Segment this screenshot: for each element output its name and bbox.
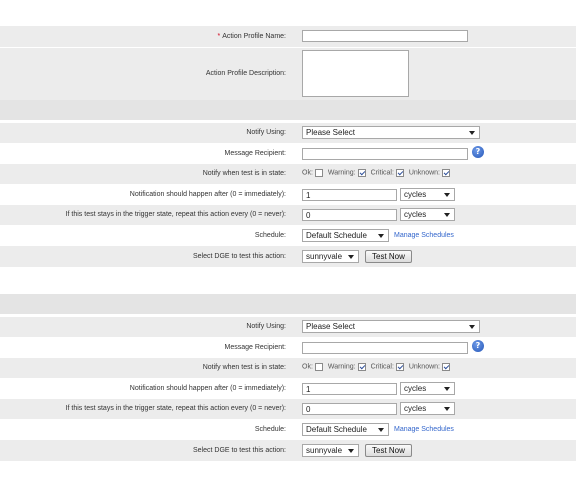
state-warning-checkbox[interactable] [357, 169, 366, 177]
dge-label: Select DGE to test this action: [193, 447, 286, 454]
chevron-down-icon [469, 325, 475, 329]
notify-after-input[interactable]: 1 [302, 189, 397, 201]
state-ok-label: Ok: [302, 363, 313, 371]
dge-select[interactable]: sunnyvale [302, 250, 359, 263]
help-icon[interactable]: ? [472, 146, 484, 158]
state-critical-label: Critical: [370, 169, 394, 177]
schedule-select[interactable]: Default Schedule [302, 229, 389, 242]
repeat-input[interactable]: 0 [302, 403, 397, 415]
notify-after-input[interactable]: 1 [302, 383, 397, 395]
notify-after-label: Notification should happen after (0 = im… [129, 385, 286, 392]
notify-state-row: Notify when test is in state: Ok: Warnin… [0, 358, 576, 378]
notify-using-row: Notify Using: Please Select [0, 317, 576, 337]
notify-after-label: Notification should happen after (0 = im… [129, 191, 286, 198]
dge-select[interactable]: sunnyvale [302, 444, 359, 457]
chevron-down-icon [444, 387, 450, 391]
profile-name-input[interactable] [302, 30, 468, 42]
test-now-button[interactable]: Test Now [365, 250, 412, 263]
state-warning-label: Warning: [327, 169, 356, 177]
state-unknown-checkbox[interactable] [442, 169, 450, 177]
manage-schedules-link[interactable]: Manage Schedules [394, 232, 454, 239]
message-recipient-label: Message Recipient: [224, 344, 286, 351]
message-recipient-row: Message Recipient: ? [0, 337, 576, 358]
state-critical-label: Critical: [370, 363, 394, 371]
top-spacer [0, 0, 576, 26]
schedule-row: Schedule: Default Schedule Manage Schedu… [0, 225, 576, 246]
notify-after-unit-select[interactable]: cycles [400, 188, 455, 201]
profile-description-textarea[interactable] [302, 50, 409, 97]
notify-using-select[interactable]: Please Select [302, 126, 480, 139]
state-checkboxes: Ok: Warning: Critical: Unknown: [302, 363, 453, 371]
state-warning-label: Warning: [327, 363, 356, 371]
state-ok-checkbox[interactable] [314, 169, 323, 177]
state-critical-checkbox[interactable] [395, 169, 404, 177]
profile-description-label: Action Profile Description: [205, 70, 286, 77]
repeat-input[interactable]: 0 [302, 209, 397, 221]
state-critical-checkbox[interactable] [395, 363, 404, 371]
chevron-down-icon [444, 407, 450, 411]
repeat-label: If this test stays in the trigger state,… [65, 211, 286, 218]
chevron-down-icon [469, 131, 475, 135]
notify-state-row: Notify when test is in state: Ok: Warnin… [0, 164, 576, 184]
state-unknown-label: Unknown: [408, 169, 440, 177]
message-recipient-row: Message Recipient: ? [0, 143, 576, 164]
dge-row: Select DGE to test this action: sunnyval… [0, 440, 576, 461]
profile-name-label: * Action Profile Name: [217, 33, 286, 40]
state-unknown-checkbox[interactable] [442, 363, 450, 371]
state-unknown-label: Unknown: [408, 363, 440, 371]
bottom-spacer [0, 461, 576, 478]
state-ok-label: Ok: [302, 169, 313, 177]
message-recipient-input[interactable] [302, 342, 468, 354]
repeat-label: If this test stays in the trigger state,… [65, 405, 286, 412]
chevron-down-icon [378, 234, 384, 238]
dge-label: Select DGE to test this action: [193, 253, 286, 260]
message-recipient-input[interactable] [302, 148, 468, 160]
schedule-row: Schedule: Default Schedule Manage Schedu… [0, 419, 576, 440]
schedule-select[interactable]: Default Schedule [302, 423, 389, 436]
notify-using-select[interactable]: Please Select [302, 320, 480, 333]
repeat-unit-select[interactable]: cycles [400, 402, 455, 415]
repeat-row: If this test stays in the trigger state,… [0, 205, 576, 225]
section-separator [0, 100, 576, 120]
notify-after-row: Notification should happen after (0 = im… [0, 184, 576, 205]
test-now-button[interactable]: Test Now [365, 444, 412, 457]
notify-after-row: Notification should happen after (0 = im… [0, 378, 576, 399]
chevron-down-icon [444, 193, 450, 197]
profile-name-row: * Action Profile Name: [0, 26, 576, 47]
notify-using-row: Notify Using: Please Select [0, 123, 576, 143]
message-recipient-label: Message Recipient: [224, 150, 286, 157]
chevron-down-icon [444, 213, 450, 217]
notify-using-label: Notify Using: [246, 323, 286, 330]
repeat-unit-select[interactable]: cycles [400, 208, 455, 221]
section-separator [0, 294, 576, 314]
notify-state-label: Notify when test is in state: [202, 364, 286, 371]
notify-using-label: Notify Using: [246, 129, 286, 136]
state-warning-checkbox[interactable] [357, 363, 366, 371]
manage-schedules-link[interactable]: Manage Schedules [394, 426, 454, 433]
chevron-down-icon [348, 449, 354, 453]
notify-state-label: Notify when test is in state: [202, 170, 286, 177]
profile-description-row: Action Profile Description: [0, 47, 576, 101]
schedule-label: Schedule: [254, 232, 286, 239]
help-icon[interactable]: ? [472, 340, 484, 352]
schedule-label: Schedule: [254, 426, 286, 433]
repeat-row: If this test stays in the trigger state,… [0, 399, 576, 419]
state-checkboxes: Ok: Warning: Critical: Unknown: [302, 169, 453, 177]
state-ok-checkbox[interactable] [314, 363, 323, 371]
required-mark: * [217, 33, 221, 40]
chevron-down-icon [348, 255, 354, 259]
notify-after-unit-select[interactable]: cycles [400, 382, 455, 395]
chevron-down-icon [378, 428, 384, 432]
dge-row: Select DGE to test this action: sunnyval… [0, 246, 576, 267]
